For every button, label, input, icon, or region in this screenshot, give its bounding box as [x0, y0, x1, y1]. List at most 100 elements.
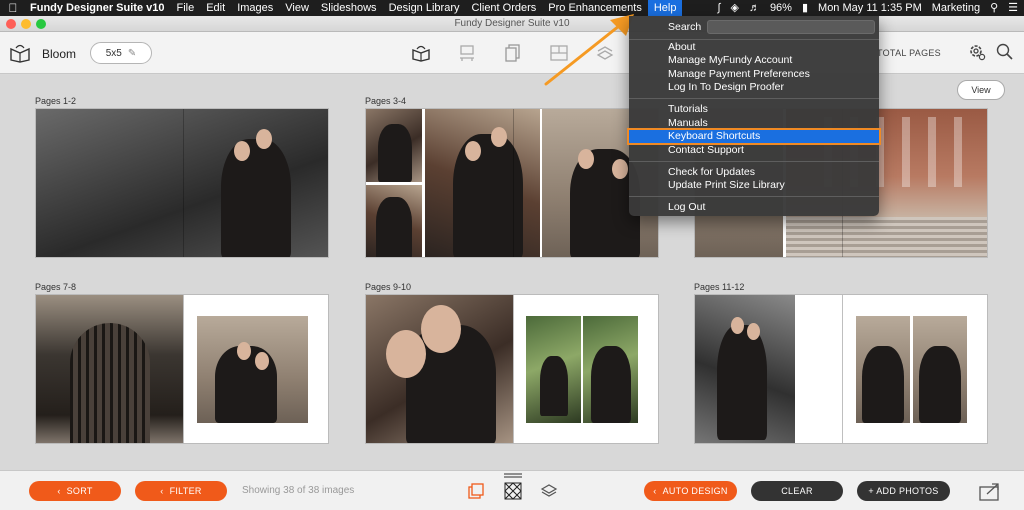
album-size-value: 5x5 [105, 47, 122, 59]
menu-separator [629, 39, 879, 40]
card-designer-icon[interactable] [503, 43, 523, 63]
chevron-left-icon: ‹ [160, 486, 164, 496]
menu-images[interactable]: Images [231, 0, 279, 16]
clear-button[interactable]: CLEAR [751, 481, 843, 501]
photo[interactable] [366, 109, 422, 182]
spread-label: Pages 7-8 [35, 282, 77, 292]
spread-pages-9-10[interactable]: Pages 9-10 [365, 282, 659, 444]
menu-separator [629, 196, 879, 197]
photo[interactable] [366, 185, 422, 257]
spread-pages-11-12[interactable]: Pages 11-12 [694, 282, 988, 444]
photo-subject [376, 197, 412, 257]
battery-icon[interactable]: ▮ [802, 0, 808, 16]
album-designer-icon[interactable] [411, 43, 431, 63]
notification-center-icon[interactable]: ☰ [1008, 0, 1018, 16]
photo[interactable] [526, 316, 581, 423]
close-window-button[interactable] [6, 19, 16, 29]
wifi-icon[interactable]: ◈ [730, 0, 738, 16]
spread-pages-3-4[interactable]: Pages 3-4 [365, 96, 659, 258]
minimize-window-button[interactable] [21, 19, 31, 29]
help-search-input[interactable] [707, 20, 875, 34]
menu-item-check-for-updates[interactable]: Check for Updates [629, 166, 879, 179]
spread-fold [842, 295, 843, 443]
photo-subject [221, 139, 291, 257]
app-menu-name[interactable]: Fundy Designer Suite v10 [26, 2, 170, 14]
menu-item-manuals[interactable]: Manuals [629, 117, 879, 130]
user-name[interactable]: Marketing [932, 0, 980, 16]
spread-label: Pages 1-2 [35, 96, 77, 106]
apple-icon[interactable]:  [0, 1, 26, 15]
menu-edit[interactable]: Edit [200, 0, 231, 16]
spread-fold [183, 295, 184, 443]
photo-subject [591, 346, 631, 423]
spread-canvas[interactable] [365, 108, 659, 258]
menu-file[interactable]: File [170, 0, 200, 16]
spotlight-search-icon[interactable]: ⚲ [990, 0, 998, 16]
menu-item-manage-payment-preferences[interactable]: Manage Payment Preferences [629, 68, 879, 81]
photo[interactable] [36, 295, 183, 443]
window-title: Fundy Designer Suite v10 [454, 18, 570, 29]
sort-button[interactable]: ‹ SORT [29, 481, 121, 501]
photo-subject-face [465, 141, 481, 161]
menu-pro-enhancements[interactable]: Pro Enhancements [542, 0, 648, 16]
share-icon[interactable] [996, 43, 1014, 61]
menu-help[interactable]: Help [647, 0, 683, 16]
view-button[interactable]: View [957, 80, 1005, 100]
photo-subject-face [256, 129, 272, 149]
menu-client-orders[interactable]: Client Orders [465, 0, 542, 16]
menu-item-keyboard-shortcuts[interactable]: Keyboard Shortcuts [627, 128, 881, 145]
add-photos-button[interactable]: + ADD PHOTOS [857, 481, 950, 501]
photo[interactable] [366, 295, 513, 443]
photo[interactable] [197, 316, 308, 423]
photo-subject-face [421, 305, 461, 353]
menu-design-library[interactable]: Design Library [383, 0, 466, 16]
battery-percent[interactable]: 96% [770, 0, 792, 16]
gear-icon[interactable] [968, 43, 986, 61]
menu-item-log-out[interactable]: Log Out [629, 201, 879, 214]
photo-subject [378, 124, 412, 182]
spread-canvas[interactable] [365, 294, 659, 444]
filter-button[interactable]: ‹ FILTER [135, 481, 227, 501]
wall-art-designer-icon[interactable] [457, 43, 477, 63]
layers-icon[interactable] [540, 482, 558, 500]
status-area: ∫ ◈ ♬ 96% ▮ Mon May 11 1:35 PM Marketing… [717, 0, 1018, 16]
auto-design-button[interactable]: ‹ AUTO DESIGN [644, 481, 737, 501]
spread-fold [183, 109, 184, 257]
spread-fold [513, 295, 514, 443]
menu-item-log-in-to-design-proofer[interactable]: Log In To Design Proofer [629, 81, 879, 94]
bluetooth-icon[interactable]: ∫ [717, 0, 720, 16]
menu-item-manage-myfundy-account[interactable]: Manage MyFundy Account [629, 54, 879, 67]
album-size-selector[interactable]: 5x5 ✎ [90, 42, 152, 64]
spread-pages-7-8[interactable]: Pages 7-8 [35, 282, 329, 444]
photo[interactable] [583, 316, 638, 423]
volume-icon[interactable]: ♬ [749, 0, 760, 16]
stacked-photos-icon[interactable] [467, 482, 485, 500]
menu-separator [629, 98, 879, 99]
window-controls [6, 19, 46, 29]
zoom-window-button[interactable] [36, 19, 46, 29]
menu-item-contact-support[interactable]: Contact Support [629, 144, 879, 157]
spread-canvas[interactable] [694, 294, 988, 444]
spread-pages-1-2[interactable]: Pages 1-2 [35, 96, 329, 258]
photo[interactable] [913, 316, 967, 423]
drag-handle-icon[interactable] [503, 473, 523, 479]
building-steps [786, 217, 987, 257]
products-designer-icon[interactable] [595, 43, 615, 63]
menu-item-about[interactable]: About [629, 41, 879, 54]
photo[interactable] [695, 295, 795, 443]
photo-subject [862, 346, 904, 423]
spread-canvas[interactable] [35, 294, 329, 444]
photo-subject-face [255, 352, 269, 370]
photo[interactable] [425, 109, 540, 257]
export-icon[interactable] [978, 482, 1002, 502]
clock[interactable]: Mon May 11 1:35 PM [818, 0, 922, 16]
menu-item-tutorials[interactable]: Tutorials [629, 103, 879, 116]
menu-slideshows[interactable]: Slideshows [315, 0, 383, 16]
menu-item-update-print-size-library[interactable]: Update Print Size Library [629, 179, 879, 192]
grid-view-icon[interactable] [504, 482, 522, 500]
layout-designer-icon[interactable] [549, 43, 569, 63]
menu-view[interactable]: View [279, 0, 315, 16]
spread-canvas[interactable] [35, 108, 329, 258]
album-book-icon[interactable] [9, 43, 31, 63]
photo[interactable] [856, 316, 910, 423]
